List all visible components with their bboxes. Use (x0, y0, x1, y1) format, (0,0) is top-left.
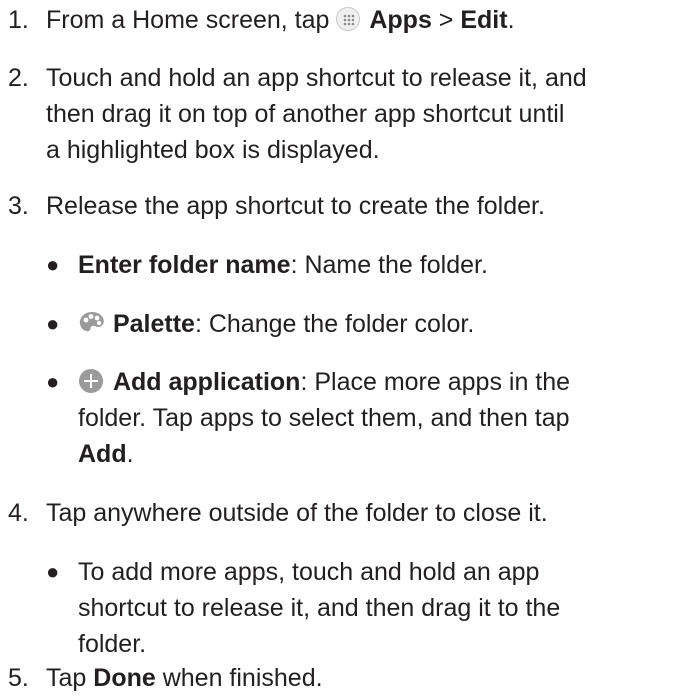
step-text: From a Home screen, tap Apps > Edit. (46, 6, 515, 34)
bullet-palette: ● Palette: Change the folder color. (46, 306, 675, 342)
bullet-enter-folder-name: ● Enter folder name: Name the folder. (46, 247, 675, 283)
step-text: Touch and hold an app shortcut to releas… (46, 64, 587, 164)
step-number: 5. (8, 664, 29, 692)
step-text: Tap Done when finished. (46, 664, 323, 692)
bullet-add-more-apps: ● To add more apps, touch and hold an ap… (46, 554, 675, 662)
bullet-add-application: ● Add application: Place more apps in th… (46, 364, 675, 472)
step-number: 3. (8, 192, 29, 220)
step-number: 4. (8, 499, 29, 527)
add-icon (78, 368, 104, 394)
done-label: Done (93, 664, 156, 692)
step-number: 2. (8, 64, 29, 92)
step-4: 4. Tap anywhere outside of the folder to… (8, 495, 679, 531)
step-5: 5. Tap Done when finished. (8, 660, 679, 696)
palette-icon (78, 310, 104, 336)
step-1: 1. From a Home screen, tap Apps > Edit. (8, 2, 679, 38)
apps-label: Apps (369, 6, 432, 34)
bullet-dot: ● (46, 252, 60, 277)
bullet-dot: ● (46, 369, 60, 394)
step-text: Tap anywhere outside of the folder to cl… (46, 499, 548, 527)
step-text: Release the app shortcut to create the f… (46, 192, 545, 220)
apps-grid-icon (336, 7, 361, 31)
bullet-dot: ● (46, 559, 60, 584)
step-3: 3. Release the app shortcut to create th… (8, 188, 679, 224)
step-2: 2. Touch and hold an app shortcut to rel… (8, 60, 679, 168)
step-number: 1. (8, 6, 29, 34)
edit-label: Edit (460, 6, 508, 34)
instructions-document: 1. From a Home screen, tap Apps > Edit. … (0, 0, 683, 698)
bullet-dot: ● (46, 311, 60, 336)
